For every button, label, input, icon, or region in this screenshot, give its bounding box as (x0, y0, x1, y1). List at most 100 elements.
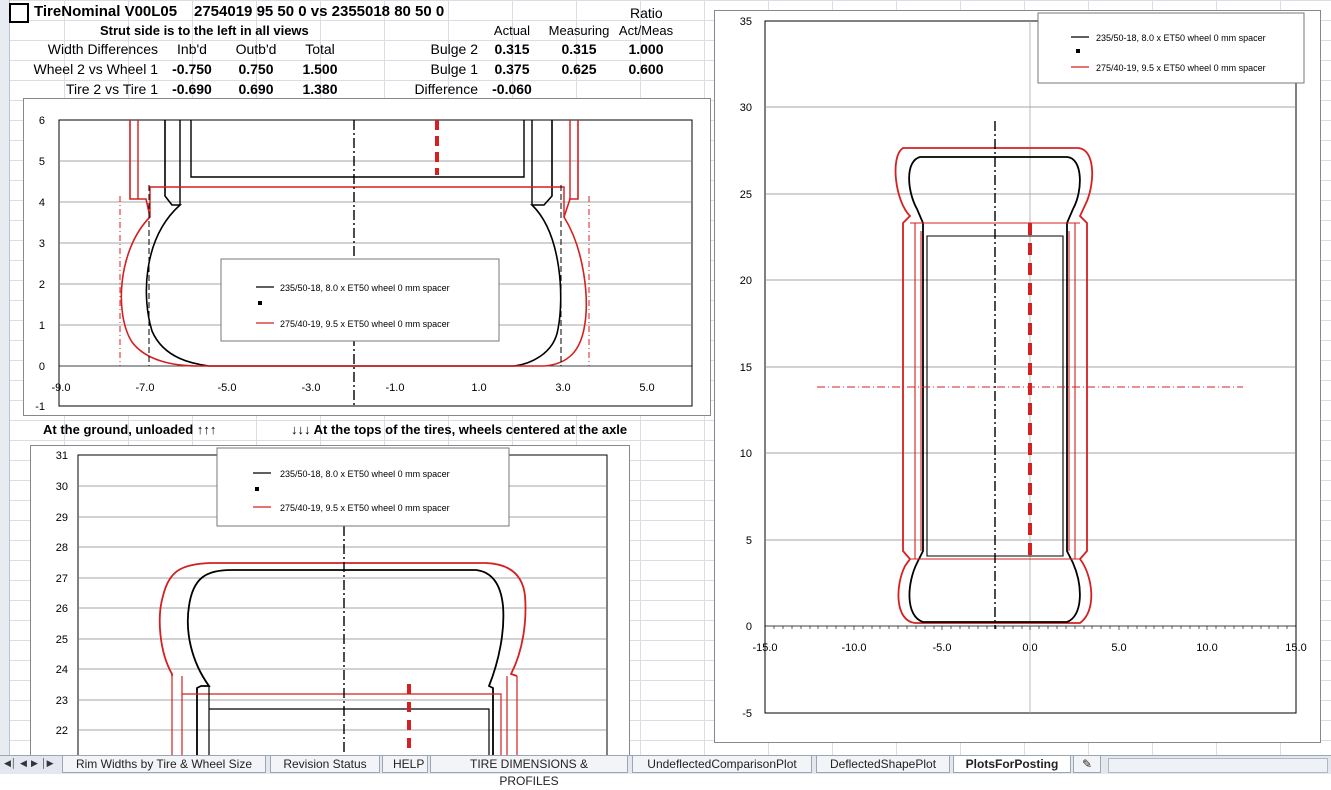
y-tick-label: -1 (35, 401, 45, 413)
chart-full-svg: 35 30 25 20 15 10 5 0 -5 -15.0 -10.0 -5.… (740, 12, 1307, 720)
tire1-profile-full (908, 156, 1081, 623)
x-tick-label: -9.0 (52, 382, 71, 394)
col-actual: Actual (493, 23, 531, 38)
tab-plots-for-posting[interactable]: PlotsForPosting (953, 756, 1071, 773)
sheet-tab-bar: ◀│ ◀ ▶ │▶ Rim Widths by Tire & Wheel Siz… (0, 755, 1331, 788)
legend-label-tire1: 235/50-18, 8.0 x ET50 wheel 0 mm spacer (1096, 33, 1266, 43)
y-tick-label: 0 (39, 361, 45, 373)
caption-tops: ↓↓↓ At the tops of the tires, wheels cen… (291, 422, 628, 437)
bulge1-actual[interactable]: 0.375 (480, 60, 544, 78)
y-tick-label: 35 (740, 16, 752, 28)
y-tick-label: 28 (56, 542, 68, 554)
tab-revision-status[interactable]: Revision Status (270, 756, 380, 773)
difference-label: Difference (414, 81, 478, 97)
x-tick-label: -10.0 (841, 642, 866, 654)
tire-spec: 2754019 95 50 0 vs 2355018 80 50 0 (194, 3, 445, 20)
top-y-ticks: 31 30 29 28 27 26 25 24 23 22 (56, 450, 68, 737)
tab-deflected-plot[interactable]: DeflectedShapePlot (816, 756, 950, 773)
x-tick-label: -7.0 (136, 382, 155, 394)
y-tick-label: 3 (39, 238, 45, 250)
tab-rim-widths[interactable]: Rim Widths by Tire & Wheel Size (62, 756, 266, 773)
y-tick-label: 4 (39, 197, 45, 209)
y-tick-label: 24 (56, 664, 68, 676)
y-tick-label: -5 (742, 708, 752, 720)
bulge1-ratio[interactable]: 0.600 (614, 60, 678, 78)
x-tick-label: 1.0 (471, 382, 486, 394)
x-tick-label: -5.0 (218, 382, 237, 394)
tab-tire-dimensions[interactable]: TIRE DIMENSIONS & PROFILES (430, 756, 628, 788)
tire2-profile-top (158, 562, 527, 677)
legend-marker-dot (258, 301, 262, 305)
first-sheet-icon[interactable]: ◀│ (4, 758, 17, 769)
y-tick-label: 10 (740, 448, 752, 460)
col-measuring: Measuring (548, 23, 610, 38)
bulge1-label: Bulge 1 (430, 61, 478, 77)
tire1-rim-ground (179, 120, 533, 205)
x-tick-label: -15.0 (752, 642, 777, 654)
prev-sheet-icon[interactable]: ◀ (20, 758, 27, 769)
y-tick-label: 31 (56, 450, 68, 462)
chart-full-view[interactable]: 35 30 25 20 15 10 5 0 -5 -15.0 -10.0 -5.… (714, 10, 1321, 743)
chart-ground-svg: 6 5 4 3 2 1 0 -1 -9.0 -7.0 -5.0 -3.0 -1.… (35, 115, 693, 413)
y-tick-label: 22 (56, 725, 68, 737)
tab-help[interactable]: HELP (382, 756, 428, 773)
horizontal-scrollbar[interactable] (1108, 758, 1328, 773)
legend-label-tire2: 275/40-19, 9.5 x ET50 wheel 0 mm spacer (280, 503, 450, 513)
bulge2-actual[interactable]: 0.315 (480, 40, 544, 58)
ground-x-ticks: -9.0 -7.0 -5.0 -3.0 -1.0 1.0 3.0 5.0 (52, 382, 655, 394)
ground-y-ticks: 6 5 4 3 2 1 0 -1 (35, 115, 45, 413)
y-tick-label: 5 (746, 535, 752, 547)
insert-sheet-icon[interactable]: ✎ (1073, 756, 1101, 773)
x-tick-label: 10.0 (1196, 642, 1217, 654)
col-total: Total (305, 41, 335, 57)
legend-marker-dot (255, 487, 259, 491)
col-inbd: Inb'd (177, 41, 207, 57)
bulge2-label: Bulge 2 (430, 41, 478, 57)
chart-top-view[interactable]: 31 30 29 28 27 26 25 24 23 22 235/50-18,… (30, 445, 630, 776)
y-tick-label: 25 (740, 189, 752, 201)
tab-undeflected-plot[interactable]: UndeflectedComparisonPlot (632, 756, 812, 773)
y-tick-label: 23 (56, 695, 68, 707)
y-tick-label: 15 (740, 362, 752, 374)
y-tick-label: 30 (56, 481, 68, 493)
wheel-inbd[interactable]: -0.750 (160, 60, 224, 78)
col-actmeas: Act/Meas (618, 23, 674, 38)
row-header[interactable] (0, 0, 10, 755)
wheel-total[interactable]: 1.500 (288, 60, 352, 78)
legend-label-tire1: 235/50-18, 8.0 x ET50 wheel 0 mm spacer (280, 469, 450, 479)
selected-cell-checkbox[interactable] (9, 3, 29, 23)
difference-value[interactable]: -0.060 (480, 80, 544, 98)
tire1-rim-top (208, 686, 490, 758)
x-tick-label: 3.0 (555, 382, 570, 394)
row-label-wheel: Wheel 2 vs Wheel 1 (33, 61, 159, 77)
y-tick-label: 27 (56, 573, 68, 585)
next-sheet-icon[interactable]: ▶ (31, 758, 38, 769)
chart-ground-view[interactable]: 6 5 4 3 2 1 0 -1 -9.0 -7.0 -5.0 -3.0 -1.… (23, 98, 711, 416)
x-tick-label: -5.0 (933, 642, 952, 654)
col-outbd: Outb'd (235, 41, 277, 57)
legend-label-tire1: 235/50-18, 8.0 x ET50 wheel 0 mm spacer (280, 283, 450, 293)
bulge2-measuring[interactable]: 0.315 (544, 40, 614, 58)
bulge2-ratio[interactable]: 1.000 (614, 40, 678, 58)
sheet-title: TireNominal V00L05 (34, 3, 178, 20)
tire-inbd[interactable]: -0.690 (160, 80, 224, 98)
x-tick-label: 0.0 (1022, 642, 1037, 654)
legend-label-tire2: 275/40-19, 9.5 x ET50 wheel 0 mm spacer (1096, 63, 1266, 73)
full-x-ticks: -15.0 -10.0 -5.0 0.0 5.0 10.0 15.0 (752, 642, 1306, 654)
row-label-tire: Tire 2 vs Tire 1 (65, 81, 158, 97)
tire-outbd[interactable]: 0.690 (224, 80, 288, 98)
x-tick-label: 15.0 (1285, 642, 1306, 654)
y-tick-label: 29 (56, 512, 68, 524)
wheel-outbd[interactable]: 0.750 (224, 60, 288, 78)
y-tick-label: 0 (746, 621, 752, 633)
legend-top (216, 447, 510, 527)
tire-total[interactable]: 1.380 (288, 80, 352, 98)
x-tick-label: 5.0 (1111, 642, 1126, 654)
legend-marker-dot (1076, 49, 1080, 53)
legend-label-tire2: 275/40-19, 9.5 x ET50 wheel 0 mm spacer (280, 319, 450, 329)
strut-note: Strut side is to the left in all views (100, 23, 309, 38)
last-sheet-icon[interactable]: │▶ (41, 758, 54, 769)
y-tick-label: 25 (56, 634, 68, 646)
full-x-axis-ticks (764, 626, 1297, 630)
bulge1-measuring[interactable]: 0.625 (544, 60, 614, 78)
